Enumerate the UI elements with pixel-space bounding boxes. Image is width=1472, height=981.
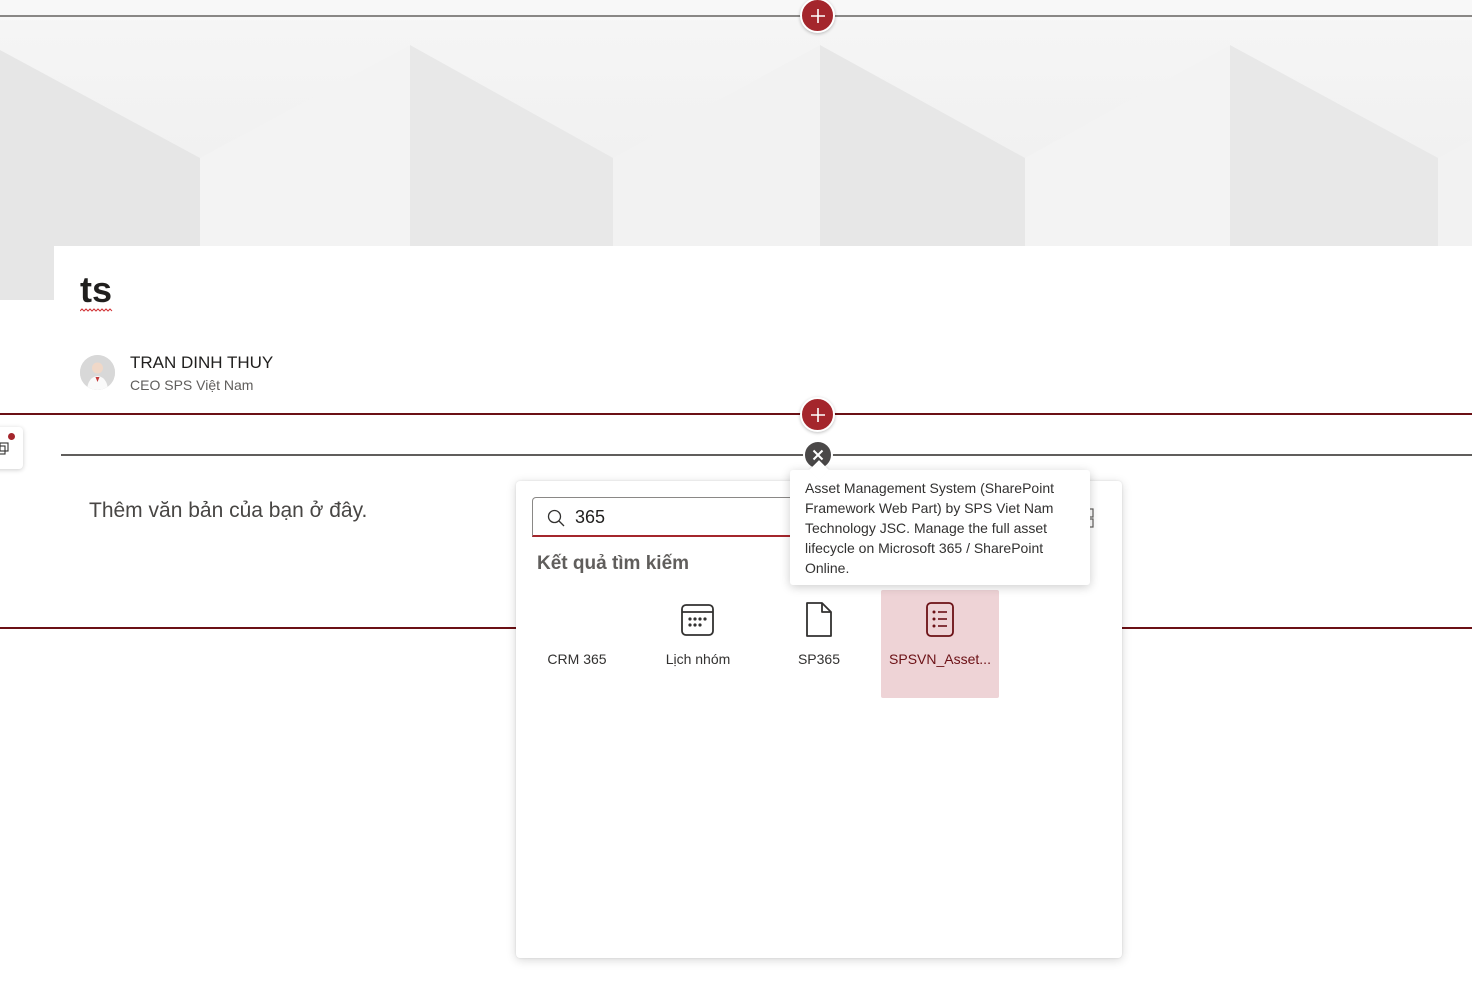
tile-label: SP365 <box>797 651 841 667</box>
edit-section-icon[interactable] <box>0 441 10 457</box>
calendar-icon <box>681 604 714 636</box>
tile-label: SPSVN_Asset... <box>889 651 991 667</box>
author-role: CEO SPS Việt Nam <box>130 377 254 393</box>
webpart-tile-crm-365[interactable]: CRM 365 <box>518 590 636 698</box>
avatar <box>80 355 115 390</box>
webpart-tile-sp365[interactable]: SP365 <box>760 590 878 698</box>
tooltip-text: Asset Management System (SharePoint Fram… <box>805 480 1055 576</box>
section-divider-top <box>0 15 1472 17</box>
add-section-button[interactable] <box>800 397 835 432</box>
author-name: TRAN DINH THUY <box>130 353 274 372</box>
webpart-tile-group-calendar[interactable]: Lịch nhóm <box>639 590 757 698</box>
spellcheck-underline <box>80 308 113 312</box>
page-title[interactable]: ts <box>80 272 112 308</box>
plus-icon <box>810 407 825 422</box>
tile-label: CRM 365 <box>547 651 607 667</box>
tile-label: Lịch nhóm <box>665 651 731 667</box>
list-icon <box>926 602 954 637</box>
results-heading: Kết quả tìm kiếm <box>537 553 690 574</box>
title-area: ts <box>54 246 1472 414</box>
text-webpart-placeholder[interactable]: Thêm văn bản của bạn ở đây. <box>89 499 367 523</box>
webpart-insert-line <box>61 454 1472 456</box>
section-border-top <box>0 413 1472 415</box>
notification-dot <box>8 433 15 440</box>
search-value: 365 <box>575 507 606 527</box>
section-toolbar[interactable] <box>0 427 23 469</box>
document-icon <box>806 602 832 637</box>
webpart-description-tooltip: Asset Management System (SharePoint Fram… <box>790 460 1090 585</box>
webpart-tile-spsvn-asset[interactable]: SPSVN_Asset... <box>881 590 999 698</box>
search-icon <box>547 509 565 527</box>
toolbox-search-input[interactable]: 365 <box>532 497 812 537</box>
plus-icon <box>810 8 825 23</box>
